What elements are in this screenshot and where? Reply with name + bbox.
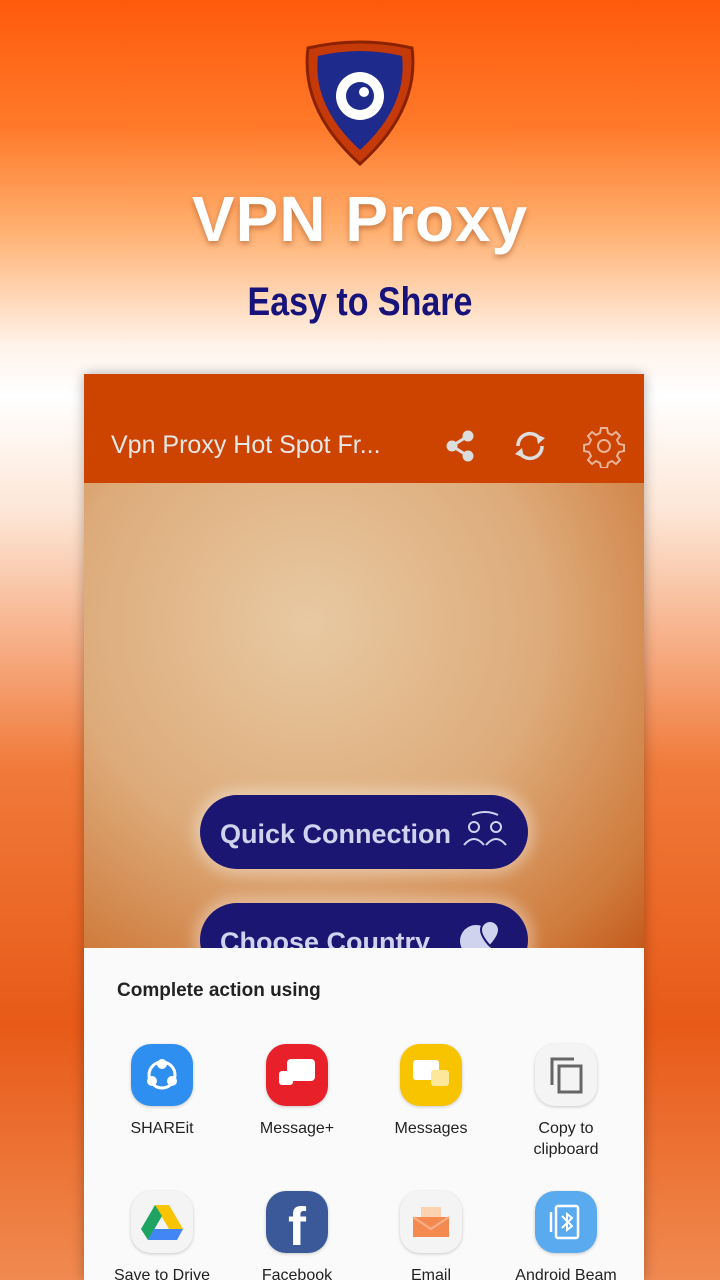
share-icon[interactable] bbox=[438, 424, 482, 468]
share-app-android-beam[interactable]: Android Beam bbox=[499, 1191, 633, 1280]
share-app-label: Email bbox=[410, 1267, 451, 1280]
share-app-save-to-drive[interactable]: Save to Drive bbox=[95, 1191, 229, 1280]
settings-icon[interactable] bbox=[582, 424, 626, 468]
quick-connection-button[interactable]: Quick Connection bbox=[200, 795, 528, 869]
share-app-label: Messages bbox=[394, 1120, 468, 1137]
share-app-copy-to-clipboard[interactable]: Copy to clipboard bbox=[499, 1044, 633, 1160]
promo-title: VPN Proxy bbox=[191, 183, 529, 255]
share-app-message-[interactable]: Message+ bbox=[230, 1044, 364, 1139]
share-app-label: Message+ bbox=[259, 1120, 335, 1137]
share-app-facebook[interactable]: f Facebook bbox=[230, 1191, 364, 1280]
app-title: Vpn Proxy Hot Spot Fr... bbox=[111, 431, 381, 459]
share-app-label: Save to Drive bbox=[113, 1267, 211, 1280]
phone-screen: Vpn Proxy Hot Spot Fr... Quick Connectio… bbox=[84, 374, 644, 1280]
facebook-icon: f bbox=[266, 1191, 328, 1257]
drive-icon bbox=[131, 1191, 193, 1253]
users-connect-icon bbox=[463, 811, 507, 846]
share-app-email[interactable]: Email bbox=[364, 1191, 498, 1280]
share-app-label: Copy to clipboard bbox=[533, 1120, 599, 1158]
android-beam-icon bbox=[535, 1191, 597, 1253]
app-content: Quick Connection Choose Country bbox=[84, 483, 644, 977]
share-app-shareit[interactable]: SHAREit bbox=[95, 1044, 229, 1139]
share-app-label: Facebook bbox=[261, 1267, 333, 1280]
email-icon bbox=[400, 1191, 462, 1253]
copy-icon bbox=[535, 1044, 597, 1106]
button-label: Quick Connection bbox=[220, 819, 452, 849]
share-app-label: SHAREit bbox=[130, 1120, 194, 1137]
app-toolbar: Vpn Proxy Hot Spot Fr... bbox=[84, 374, 644, 483]
share-sheet: Complete action using SHAREit Message+ Mes… bbox=[84, 948, 644, 1280]
share-app-messages[interactable]: Messages bbox=[364, 1044, 498, 1139]
shareit-icon bbox=[131, 1044, 193, 1106]
promo-subtitle: Easy to Share bbox=[247, 280, 473, 324]
refresh-icon[interactable] bbox=[508, 424, 552, 468]
share-sheet-title: Complete action using bbox=[117, 980, 321, 1001]
app-logo-shield bbox=[305, 40, 415, 167]
share-app-label: Android Beam bbox=[515, 1267, 617, 1280]
messages-icon bbox=[400, 1044, 462, 1106]
message-plus-icon bbox=[266, 1044, 328, 1106]
